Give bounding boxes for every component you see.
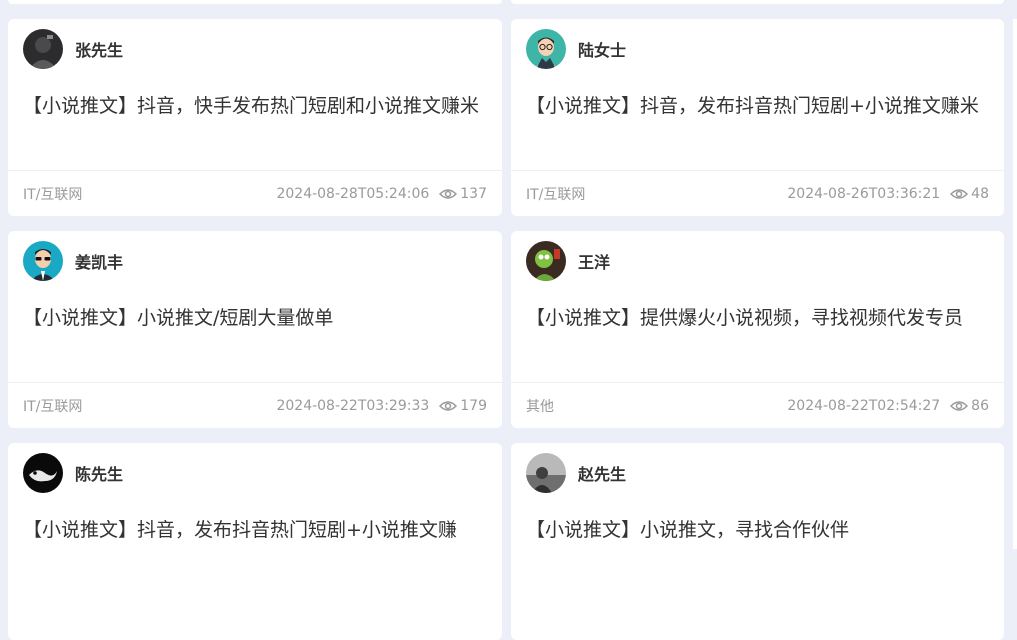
card-above-left-edge: [8, 0, 502, 4]
post-date: 2024-08-26T03:36:21: [787, 185, 941, 202]
post-date: 2024-08-22T02:54:27: [787, 397, 941, 414]
post-card[interactable]: 赵先生 【小说推文】小说推文，寻找合作伙伴: [511, 443, 1004, 640]
view-count-value: 179: [460, 397, 487, 414]
person-dark-photo-avatar[interactable]: [23, 29, 63, 69]
eye-icon: [950, 188, 969, 199]
eye-icon: [439, 188, 458, 199]
view-count-value: 86: [971, 397, 989, 414]
card-right-column-edge: [1013, 19, 1017, 549]
post-card[interactable]: 姜凯丰 【小说推文】小说推文/短剧大量做单 IT/互联网 2024-08-22T…: [8, 231, 502, 428]
cartoon-man-glasses-avatar[interactable]: [526, 29, 566, 69]
post-title[interactable]: 【小说推文】小说推文/短剧大量做单: [23, 303, 487, 333]
view-count: 86: [950, 398, 989, 414]
category-label: 其他: [526, 398, 554, 415]
view-count-value: 137: [460, 185, 487, 202]
view-count: 137: [439, 186, 487, 202]
cartoon-man-sunglasses-avatar[interactable]: [23, 241, 63, 281]
green-character-photo-avatar[interactable]: [526, 241, 566, 281]
post-date: 2024-08-22T03:29:33: [276, 397, 430, 414]
black-white-logo-avatar[interactable]: [23, 453, 63, 493]
gray-landscape-photo-avatar[interactable]: [526, 453, 566, 493]
post-title[interactable]: 【小说推文】小说推文，寻找合作伙伴: [526, 515, 989, 545]
post-title[interactable]: 【小说推文】抖音，快手发布热门短剧和小说推文赚米: [23, 91, 487, 121]
post-card[interactable]: 陆女士 【小说推文】抖音，发布抖音热门短剧+小说推文赚米 IT/互联网 2024…: [511, 19, 1004, 216]
category-label: IT/互联网: [23, 186, 83, 203]
view-count: 48: [950, 186, 989, 202]
card-above-right-edge: [511, 0, 1004, 4]
category-label: IT/互联网: [526, 186, 586, 203]
post-title[interactable]: 【小说推文】提供爆火小说视频，寻找视频代发专员: [526, 303, 989, 333]
category-label: IT/互联网: [23, 398, 83, 415]
view-count: 179: [439, 398, 487, 414]
post-card[interactable]: 王洋 【小说推文】提供爆火小说视频，寻找视频代发专员 其他 2024-08-22…: [511, 231, 1004, 428]
author-name[interactable]: 赵先生: [578, 461, 626, 485]
post-date: 2024-08-28T05:24:06: [276, 185, 430, 202]
eye-icon: [439, 400, 458, 411]
author-name[interactable]: 张先生: [75, 37, 123, 61]
post-card[interactable]: 陈先生 【小说推文】抖音，发布抖音热门短剧+小说推文赚: [8, 443, 502, 640]
author-name[interactable]: 王洋: [578, 249, 610, 273]
author-name[interactable]: 姜凯丰: [75, 249, 123, 273]
post-title[interactable]: 【小说推文】抖音，发布抖音热门短剧+小说推文赚米: [526, 91, 989, 121]
author-name[interactable]: 陆女士: [578, 37, 626, 61]
eye-icon: [950, 400, 969, 411]
post-card[interactable]: 张先生 【小说推文】抖音，快手发布热门短剧和小说推文赚米 IT/互联网 2024…: [8, 19, 502, 216]
post-title[interactable]: 【小说推文】抖音，发布抖音热门短剧+小说推文赚: [23, 515, 487, 545]
view-count-value: 48: [971, 185, 989, 202]
author-name[interactable]: 陈先生: [75, 461, 123, 485]
